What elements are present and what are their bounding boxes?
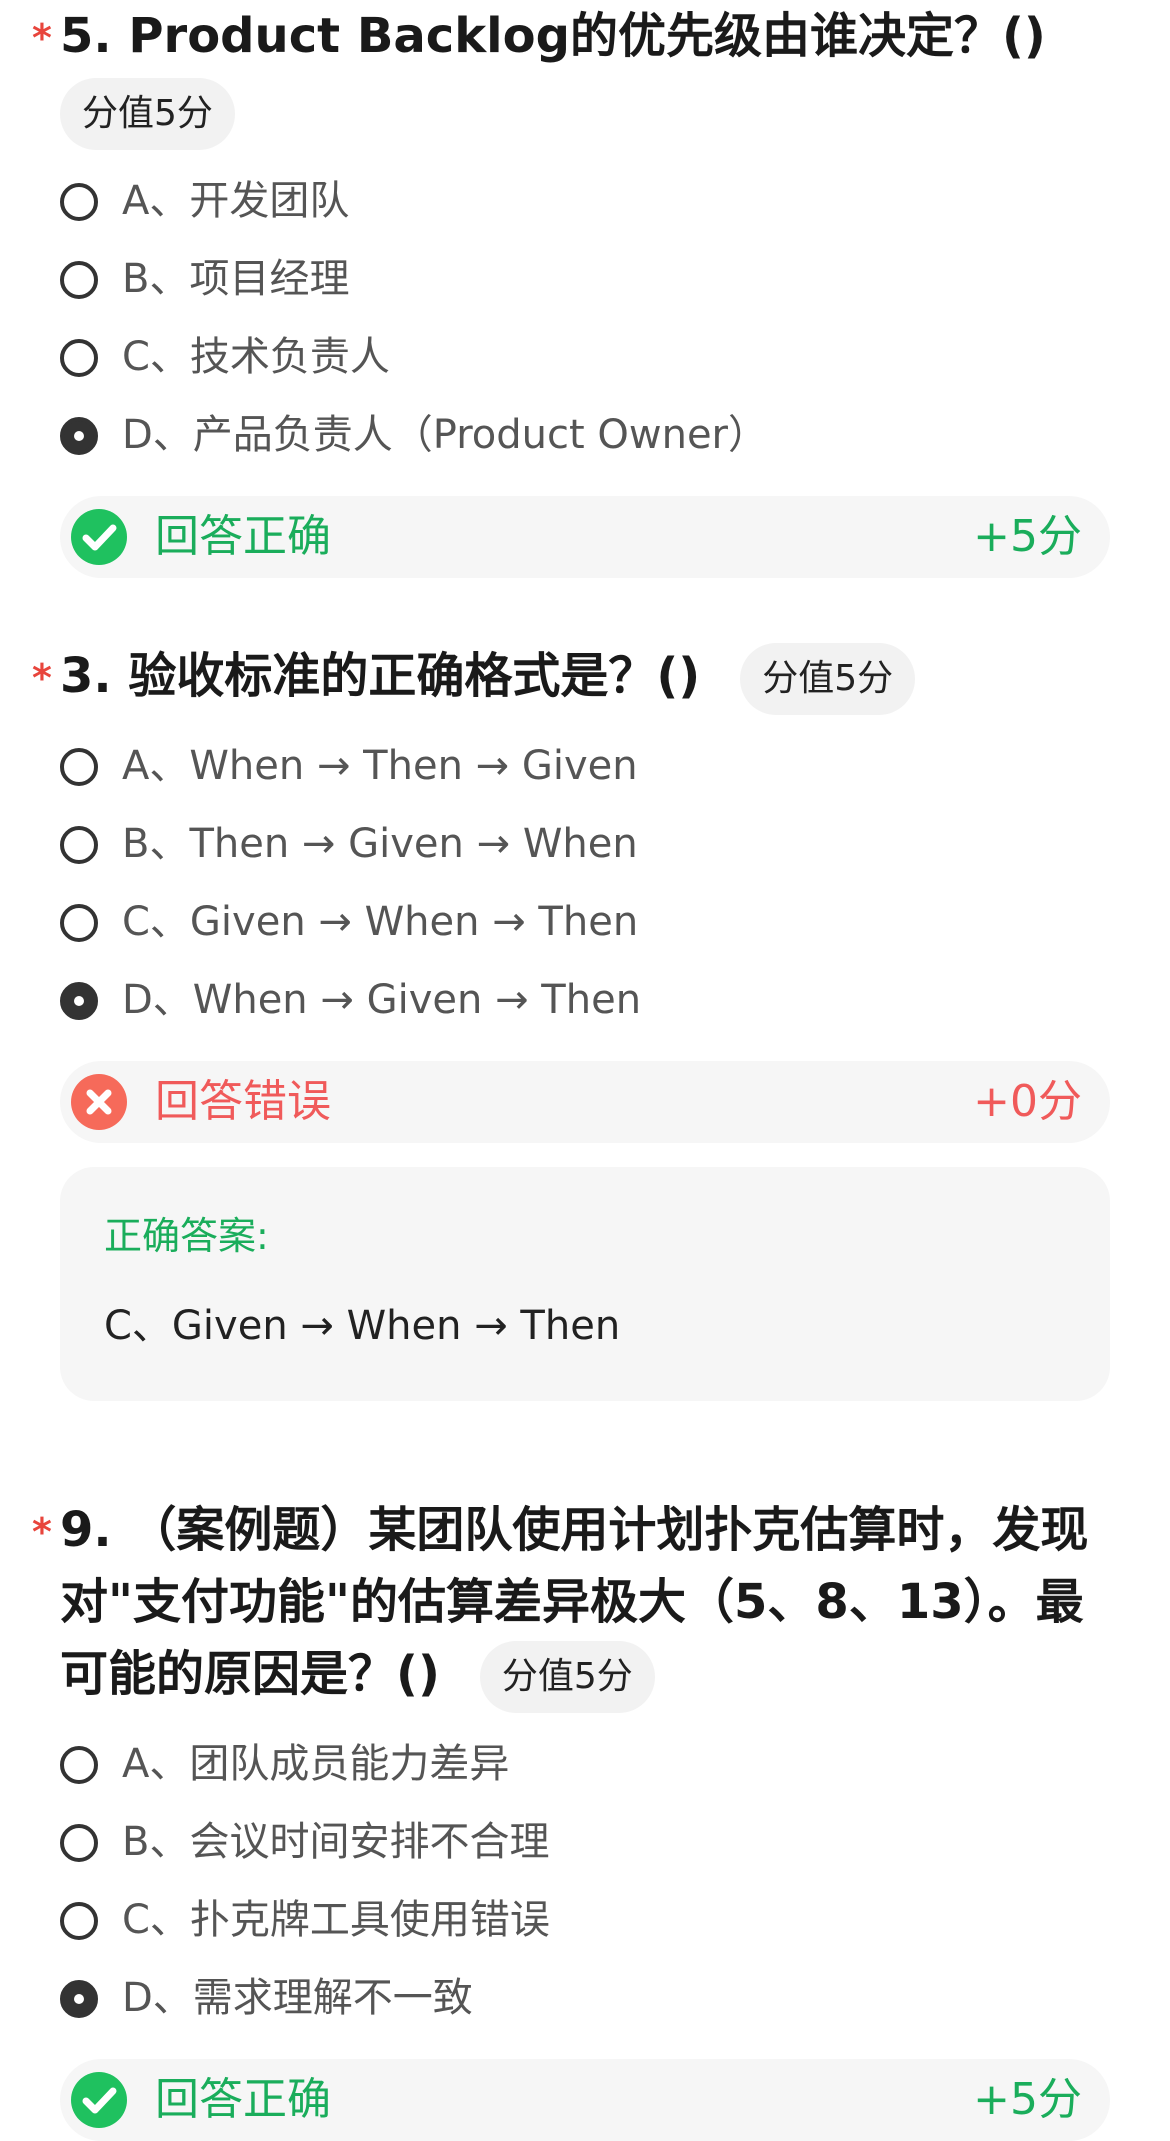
- question-header: * 9. （案例题）某团队使用计划扑克估算时，发现对"支付功能"的估算差异极大（…: [0, 1494, 1170, 1713]
- option-b[interactable]: B、会议时间安排不合理: [0, 1803, 1170, 1881]
- radio-checked-icon[interactable]: [60, 417, 98, 455]
- option-c[interactable]: C、技术负责人: [0, 318, 1170, 396]
- score-tag: 分值5分: [479, 1641, 655, 1713]
- result-wrong: 回答错误 +0分: [60, 1061, 1110, 1143]
- option-d[interactable]: D、产品负责人（Product Owner）: [0, 396, 1170, 474]
- radio-icon[interactable]: [60, 1902, 98, 1940]
- result-score: +5分: [973, 2074, 1082, 2125]
- question-3: * 3. 验收标准的正确格式是？() 分值5分 A、When → Then → G…: [0, 640, 1170, 1401]
- result-label: 回答错误: [155, 1076, 331, 1127]
- option-c[interactable]: C、Given → When → Then: [0, 883, 1170, 961]
- option-label: C、Given → When → Then: [122, 899, 639, 945]
- option-label: D、When → Given → Then: [122, 977, 642, 1023]
- option-c[interactable]: C、扑克牌工具使用错误: [0, 1881, 1170, 1959]
- radio-icon[interactable]: [60, 904, 98, 942]
- options-list: A、团队成员能力差异 B、会议时间安排不合理 C、扑克牌工具使用错误 D、需求理…: [0, 1725, 1170, 2037]
- radio-checked-icon[interactable]: [60, 1980, 98, 2018]
- option-a[interactable]: A、When → Then → Given: [0, 727, 1170, 805]
- option-b[interactable]: B、Then → Given → When: [0, 805, 1170, 883]
- option-b[interactable]: B、项目经理: [0, 240, 1170, 318]
- option-d[interactable]: D、When → Given → Then: [0, 961, 1170, 1039]
- option-label: A、When → Then → Given: [122, 743, 638, 789]
- result-score: +5分: [973, 511, 1082, 562]
- result-score: +0分: [973, 1076, 1082, 1127]
- radio-icon[interactable]: [60, 339, 98, 377]
- radio-icon[interactable]: [60, 1824, 98, 1862]
- radio-icon[interactable]: [60, 183, 98, 221]
- radio-icon[interactable]: [60, 826, 98, 864]
- options-list: A、When → Then → Given B、Then → Given → W…: [0, 727, 1170, 1039]
- required-mark: *: [32, 1510, 52, 1554]
- option-label: A、开发团队: [122, 178, 350, 224]
- option-label: B、会议时间安排不合理: [122, 1819, 550, 1865]
- option-d[interactable]: D、需求理解不一致: [0, 1959, 1170, 2037]
- result-label: 回答正确: [155, 511, 331, 562]
- radio-icon[interactable]: [60, 261, 98, 299]
- option-a[interactable]: A、开发团队: [0, 162, 1170, 240]
- option-label: C、扑克牌工具使用错误: [122, 1897, 550, 1943]
- check-circle-icon: [71, 2072, 127, 2128]
- radio-checked-icon[interactable]: [60, 982, 98, 1020]
- question-header: * 5. Product Backlog的优先级由谁决定？() 分值5分: [0, 0, 1170, 150]
- question-title: 5. Product Backlog的优先级由谁决定？(): [60, 8, 1046, 64]
- option-label: B、Then → Given → When: [122, 821, 638, 867]
- option-label: D、产品负责人（Product Owner）: [122, 412, 768, 458]
- cross-circle-icon: [71, 1074, 127, 1130]
- question-title: 3. 验收标准的正确格式是？(): [60, 648, 701, 704]
- radio-icon[interactable]: [60, 1746, 98, 1784]
- option-label: A、团队成员能力差异: [122, 1741, 510, 1787]
- required-mark: *: [32, 656, 52, 700]
- correct-answer-box: 正确答案: C、Given → When → Then: [60, 1167, 1110, 1401]
- result-label: 回答正确: [155, 2074, 331, 2125]
- radio-icon[interactable]: [60, 748, 98, 786]
- question-5: * 5. Product Backlog的优先级由谁决定？() 分值5分 A、开…: [0, 0, 1170, 578]
- result-correct: 回答正确 +5分: [60, 496, 1110, 578]
- check-circle-icon: [71, 509, 127, 565]
- score-tag: 分值5分: [740, 643, 916, 715]
- options-list: A、开发团队 B、项目经理 C、技术负责人 D、产品负责人（Product Ow…: [0, 162, 1170, 474]
- correct-answer-text: C、Given → When → Then: [104, 1303, 621, 1349]
- option-a[interactable]: A、团队成员能力差异: [0, 1725, 1170, 1803]
- question-9: * 9. （案例题）某团队使用计划扑克估算时，发现对"支付功能"的估算差异极大（…: [0, 1494, 1170, 2141]
- option-label: D、需求理解不一致: [122, 1975, 473, 2021]
- option-label: C、技术负责人: [122, 334, 390, 380]
- option-label: B、项目经理: [122, 256, 350, 302]
- correct-answer-title: 正确答案:: [104, 1214, 269, 1258]
- score-tag: 分值5分: [60, 78, 235, 150]
- result-correct: 回答正确 +5分: [60, 2059, 1110, 2141]
- question-header: * 3. 验收标准的正确格式是？() 分值5分: [0, 640, 1170, 715]
- required-mark: *: [32, 16, 52, 60]
